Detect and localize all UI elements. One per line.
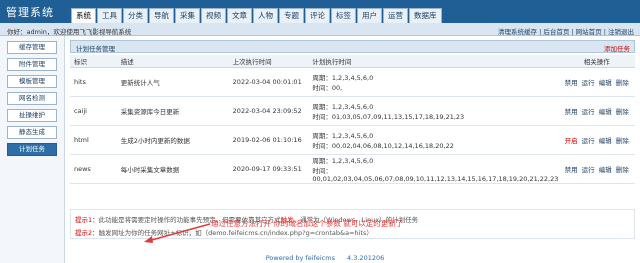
edit-button[interactable]: 编辑 <box>599 108 612 116</box>
edit-button[interactable]: 编辑 <box>599 166 612 174</box>
nav-tab-video[interactable]: 视频 <box>201 8 226 23</box>
plan-time: 时间：00, <box>312 83 343 92</box>
panel-title: 计划任务管理 <box>76 45 115 53</box>
delete-button[interactable]: 删除 <box>616 108 629 116</box>
nav-tab-user[interactable]: 用户 <box>357 8 382 23</box>
version-text: 4.3.201206 <box>347 254 385 262</box>
plan-time: 时间：00,02,04,06,08,10,12,14,16,18,20,22 <box>312 141 454 150</box>
edit-button[interactable]: 编辑 <box>599 137 612 145</box>
sidebar: 缓存管理 附件管理 模板管理 网名检测 扯操维护 静态生成 计划任务 <box>0 36 65 263</box>
powered-by: Powered by feifeicms <box>265 254 335 262</box>
task-table: 标识 描述 上次执行时间 计划执行时间 相关操作 hits 更新统计人气 202… <box>70 55 635 184</box>
col-header-plan: 计划执行时间 <box>308 55 559 68</box>
delete-button[interactable]: 删除 <box>616 166 629 174</box>
col-header-last-run: 上次执行时间 <box>228 55 309 68</box>
task-desc: 生成2小时内更新的数据 <box>116 125 229 155</box>
task-desc: 每小时采集文章数据 <box>116 154 229 184</box>
col-header-ops: 相关操作 <box>558 55 635 68</box>
table-row: news 每小时采集文章数据 2020-09-17 09:33:51 周期：1,… <box>70 154 635 184</box>
nav-tab-article[interactable]: 文章 <box>227 8 252 23</box>
plan-time: 时间：00,01,02,03,04,05,06,07,08,09,10,11,1… <box>312 166 559 183</box>
task-last-run: 2019-02-06 01:10:16 <box>228 125 309 155</box>
task-ops: 开启 运行 编辑 删除 <box>558 125 635 155</box>
top-header: 管理系统 系统 工具 分类 导航 采集 视频 文章 人物 专题 评论 标签 用户… <box>0 0 640 23</box>
sidebar-item-template[interactable]: 模板管理 <box>7 75 57 88</box>
app-title: 管理系统 <box>6 6 54 19</box>
main-nav: 系统 工具 分类 导航 采集 视频 文章 人物 专题 评论 标签 用户 运营 数… <box>71 8 442 23</box>
sidebar-item-site-check[interactable]: 网名检测 <box>7 92 57 105</box>
nav-tab-navigation[interactable]: 导航 <box>149 8 174 23</box>
task-last-run: 2020-09-17 09:33:51 <box>228 154 309 184</box>
edit-button[interactable]: 编辑 <box>599 79 612 87</box>
sidebar-item-cache[interactable]: 缓存管理 <box>7 41 57 54</box>
disable-button[interactable]: 禁用 <box>565 166 578 174</box>
task-last-run: 2022-03-04 00:01:01 <box>228 67 309 97</box>
site-home-link[interactable]: 网站首页 <box>576 28 602 36</box>
task-id: html <box>70 125 117 155</box>
col-header-desc: 描述 <box>116 55 229 68</box>
nav-tab-special[interactable]: 专题 <box>279 8 304 23</box>
plan-week: 周期：1,2,3,4,5,6,0 <box>312 102 374 111</box>
task-ops: 禁用 运行 编辑 删除 <box>558 96 635 126</box>
task-plan: 周期：1,2,3,4,5,6,0 时间：01,03,05,07,09,11,13… <box>308 96 559 126</box>
run-button[interactable]: 运行 <box>582 137 595 145</box>
task-id: news <box>70 154 117 184</box>
sub-bar: 你好：admin，欢迎使用飞飞影视导航系统 清理系统缓存 | 后台首页 | 网站… <box>0 23 640 36</box>
table-row: caiji 采集资源库今日更新 2022-03-04 23:09:52 周期：1… <box>70 96 635 126</box>
plan-week: 周期：1,2,3,4,5,6,0 <box>312 156 374 165</box>
plan-time: 时间：01,03,05,07,09,11,13,15,17,18,19,21,2… <box>312 112 465 121</box>
nav-tab-database[interactable]: 数据库 <box>409 8 442 23</box>
task-plan: 周期：1,2,3,4,5,6,0 时间：00, <box>308 67 559 97</box>
nav-tab-operation[interactable]: 运营 <box>383 8 408 23</box>
sidebar-item-attachment[interactable]: 附件管理 <box>7 58 57 71</box>
clear-cache-link[interactable]: 清理系统缓存 <box>498 28 537 36</box>
footer: Powered by feifeicms 4.3.201206 <box>0 254 640 262</box>
quick-links: 清理系统缓存 | 后台首页 | 网站首页 | 注销退出 <box>498 28 634 36</box>
col-header-id: 标识 <box>70 55 117 68</box>
nav-tab-category[interactable]: 分类 <box>123 8 148 23</box>
plan-week: 周期：1,2,3,4,5,6,0 <box>312 131 374 140</box>
panel-header: 计划任务管理 添加任务 <box>70 40 635 53</box>
delete-button[interactable]: 删除 <box>616 79 629 87</box>
delete-button[interactable]: 删除 <box>616 137 629 145</box>
nav-tab-tag[interactable]: 标签 <box>331 8 356 23</box>
task-plan: 周期：1,2,3,4,5,6,0 时间：00,02,04,06,08,10,12… <box>308 125 559 155</box>
task-desc: 更新统计人气 <box>116 67 229 97</box>
disable-button[interactable]: 禁用 <box>565 108 578 116</box>
welcome-text: 你好：admin，欢迎使用飞飞影视导航系统 <box>7 28 132 36</box>
run-button[interactable]: 运行 <box>582 166 595 174</box>
sidebar-item-maintenance[interactable]: 扯操维护 <box>7 109 57 122</box>
nav-tab-tools[interactable]: 工具 <box>97 8 122 23</box>
table-row: hits 更新统计人气 2022-03-04 00:01:01 周期：1,2,3… <box>70 67 635 97</box>
tip-1-label: 提示1： <box>75 216 99 224</box>
run-button[interactable]: 运行 <box>582 108 595 116</box>
task-desc: 采集资源库今日更新 <box>116 96 229 126</box>
annotation-arrow-icon <box>144 223 211 243</box>
table-row: html 生成2小时内更新的数据 2019-02-06 01:10:16 周期：… <box>70 125 635 155</box>
run-button[interactable]: 运行 <box>582 79 595 87</box>
disable-button[interactable]: 禁用 <box>565 79 578 87</box>
sidebar-item-cron[interactable]: 计划任务 <box>7 143 57 156</box>
nav-tab-collect[interactable]: 采集 <box>175 8 200 23</box>
task-ops: 禁用 运行 编辑 删除 <box>558 67 635 97</box>
logout-link[interactable]: 注销退出 <box>608 28 634 36</box>
enable-button[interactable]: 开启 <box>565 137 578 145</box>
nav-tab-system[interactable]: 系统 <box>71 8 96 23</box>
plan-week: 周期：1,2,3,4,5,6,0 <box>312 73 374 82</box>
tip-2-label: 提示2： <box>75 229 99 237</box>
admin-home-link[interactable]: 后台首页 <box>543 28 569 36</box>
task-last-run: 2022-03-04 23:09:52 <box>228 96 309 126</box>
annotation-text: 通过任意方法打开 你的域名加这个参数 就可以定时更新了 <box>211 219 404 228</box>
table-header-row: 标识 描述 上次执行时间 计划执行时间 相关操作 <box>70 55 635 68</box>
task-ops: 禁用 运行 编辑 删除 <box>558 154 635 184</box>
nav-tab-person[interactable]: 人物 <box>253 8 278 23</box>
sidebar-item-static[interactable]: 静态生成 <box>7 126 57 139</box>
add-task-button[interactable]: 添加任务 <box>604 43 630 53</box>
task-id: hits <box>70 67 117 97</box>
task-id: caiji <box>70 96 117 126</box>
nav-tab-comment[interactable]: 评论 <box>305 8 330 23</box>
task-plan: 周期：1,2,3,4,5,6,0 时间：00,01,02,03,04,05,06… <box>308 154 559 184</box>
